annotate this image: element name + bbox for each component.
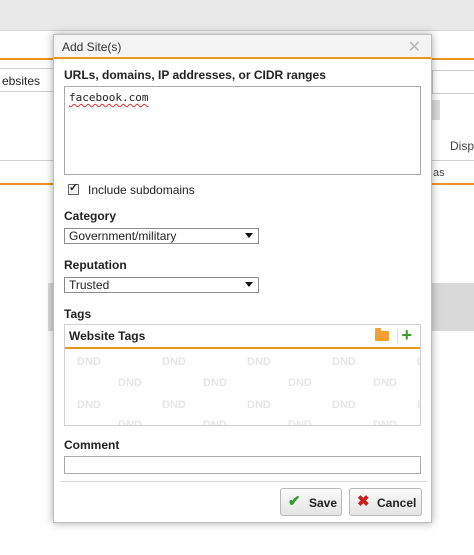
dnd-watermark: DND bbox=[332, 399, 356, 411]
background-gray-block-right bbox=[432, 283, 474, 331]
dnd-watermark: DND bbox=[203, 419, 227, 426]
chevron-down-icon bbox=[245, 233, 253, 238]
dnd-watermark: DND bbox=[162, 399, 186, 411]
tags-panel-header: Website Tags + bbox=[65, 325, 420, 349]
comment-label: Comment bbox=[64, 438, 120, 452]
dnd-watermark: DND bbox=[417, 356, 420, 368]
dialog-header: Add Site(s) ✕ bbox=[54, 35, 431, 59]
add-sites-dialog: Add Site(s) ✕ URLs, domains, IP addresse… bbox=[53, 34, 432, 523]
dnd-watermark: DND bbox=[373, 419, 397, 426]
dnd-watermark: DND bbox=[247, 399, 271, 411]
background-panel bbox=[432, 70, 474, 94]
reputation-label: Reputation bbox=[64, 258, 127, 272]
save-button-label: Save bbox=[309, 496, 338, 510]
dnd-watermark: DND bbox=[77, 356, 101, 368]
check-icon: ✔ bbox=[288, 493, 301, 510]
dialog-title: Add Site(s) bbox=[62, 40, 122, 54]
dnd-watermark: DND bbox=[288, 419, 312, 426]
x-icon: ✖ bbox=[357, 493, 370, 510]
chevron-down-icon bbox=[245, 282, 253, 287]
dnd-watermark: DND bbox=[332, 356, 356, 368]
dnd-watermark: DND bbox=[247, 356, 271, 368]
include-subdomains-checkbox[interactable] bbox=[68, 181, 79, 195]
reputation-value: Trusted bbox=[69, 278, 110, 292]
dnd-watermark: DND bbox=[417, 399, 420, 411]
comment-input[interactable] bbox=[64, 456, 421, 474]
urls-textarea[interactable]: facebook.com bbox=[64, 86, 421, 175]
category-value: Government/military bbox=[69, 229, 177, 243]
tags-header-divider bbox=[397, 329, 398, 343]
background-websites-tab[interactable]: ebsites bbox=[0, 68, 60, 92]
dialog-footer-divider bbox=[60, 481, 427, 482]
dnd-watermark: DND bbox=[118, 377, 142, 389]
urls-label: URLs, domains, IP addresses, or CIDR ran… bbox=[64, 68, 326, 82]
tags-panel-title: Website Tags bbox=[69, 329, 146, 343]
category-select[interactable]: Government/military bbox=[64, 228, 259, 244]
cancel-button[interactable]: ✖ Cancel bbox=[349, 488, 422, 516]
close-icon[interactable]: ✕ bbox=[408, 37, 421, 57]
dnd-watermark: DND bbox=[203, 377, 227, 389]
add-tag-icon[interactable]: + bbox=[401, 326, 412, 344]
dnd-watermark: DND bbox=[118, 419, 142, 426]
dnd-watermark: DND bbox=[373, 377, 397, 389]
reputation-select[interactable]: Trusted bbox=[64, 277, 259, 293]
website-tags-panel: Website Tags + DND DND DND DND DND DND D… bbox=[64, 324, 421, 426]
background-topbar bbox=[0, 0, 474, 31]
save-button[interactable]: ✔ Save bbox=[280, 488, 342, 516]
urls-value: facebook.com bbox=[69, 91, 149, 104]
category-label: Category bbox=[64, 209, 117, 223]
dnd-watermark: DND bbox=[162, 356, 186, 368]
folder-icon[interactable] bbox=[375, 328, 389, 341]
dnd-watermark: DND bbox=[77, 399, 101, 411]
tags-label: Tags bbox=[64, 307, 92, 321]
background-column-header: as bbox=[433, 167, 445, 179]
background-scrollbar bbox=[432, 100, 440, 120]
dnd-watermark: DND bbox=[288, 377, 312, 389]
cancel-button-label: Cancel bbox=[377, 496, 417, 510]
include-subdomains-label: Include subdomains bbox=[88, 183, 195, 197]
background-display-label: Disp bbox=[450, 139, 474, 153]
